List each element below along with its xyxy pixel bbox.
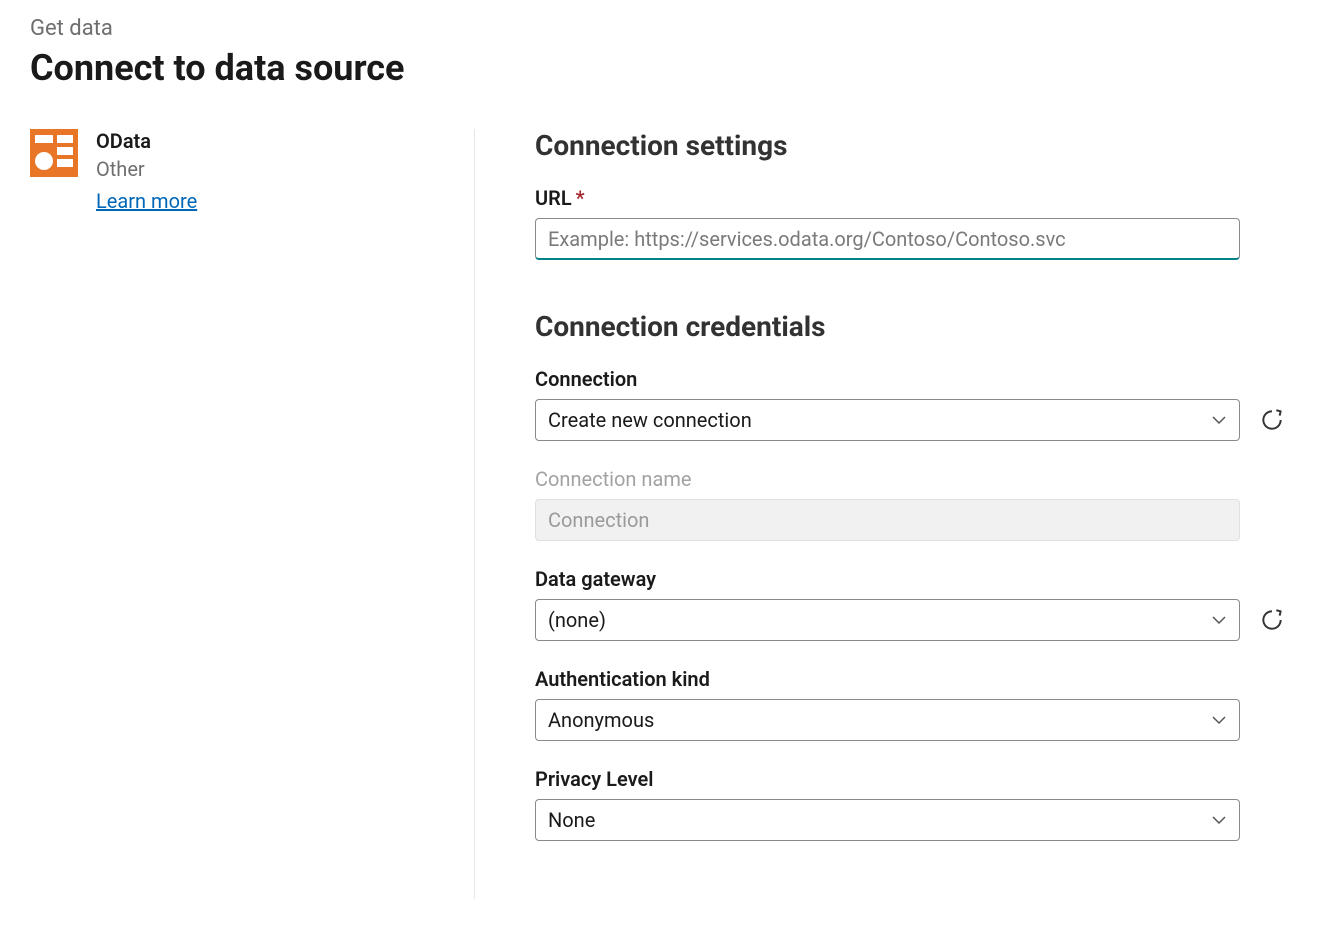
refresh-icon (1259, 407, 1285, 433)
connection-settings-heading: Connection settings (535, 129, 1286, 162)
connection-select[interactable]: Create new connection (535, 399, 1240, 441)
privacy-level-label: Privacy Level (535, 767, 1286, 791)
data-gateway-select[interactable]: (none) (535, 599, 1240, 641)
connection-name-value: Connection (548, 508, 649, 532)
url-label-text: URL (535, 186, 572, 210)
chevron-down-icon (1211, 412, 1227, 428)
connection-credentials-heading: Connection credentials (535, 310, 1286, 343)
form-panel: Connection settings URL* Connection cred… (475, 129, 1306, 899)
chevron-down-icon (1211, 612, 1227, 628)
refresh-icon (1259, 607, 1285, 633)
connector-category: Other (96, 157, 197, 181)
url-input[interactable] (535, 218, 1240, 260)
odata-icon (30, 129, 78, 177)
connection-select-value: Create new connection (548, 408, 752, 432)
authentication-kind-select[interactable]: Anonymous (535, 699, 1240, 741)
privacy-level-select[interactable]: None (535, 799, 1240, 841)
connection-refresh-button[interactable] (1258, 406, 1286, 434)
authentication-kind-value: Anonymous (548, 708, 654, 732)
learn-more-link[interactable]: Learn more (96, 189, 197, 213)
data-gateway-refresh-button[interactable] (1258, 606, 1286, 634)
breadcrumb: Get data (30, 16, 1306, 41)
connector-panel: OData Other Learn more (30, 129, 475, 899)
page-title: Connect to data source (30, 47, 1306, 89)
connector-title: OData (96, 129, 197, 153)
data-gateway-label: Data gateway (535, 567, 1286, 591)
authentication-kind-label: Authentication kind (535, 667, 1286, 691)
chevron-down-icon (1211, 812, 1227, 828)
chevron-down-icon (1211, 712, 1227, 728)
required-indicator: * (576, 186, 585, 210)
connection-name-label: Connection name (535, 467, 1286, 491)
url-label: URL* (535, 186, 1286, 210)
privacy-level-value: None (548, 808, 595, 832)
connection-label: Connection (535, 367, 1286, 391)
connection-name-input: Connection (535, 499, 1240, 541)
data-gateway-value: (none) (548, 608, 606, 632)
